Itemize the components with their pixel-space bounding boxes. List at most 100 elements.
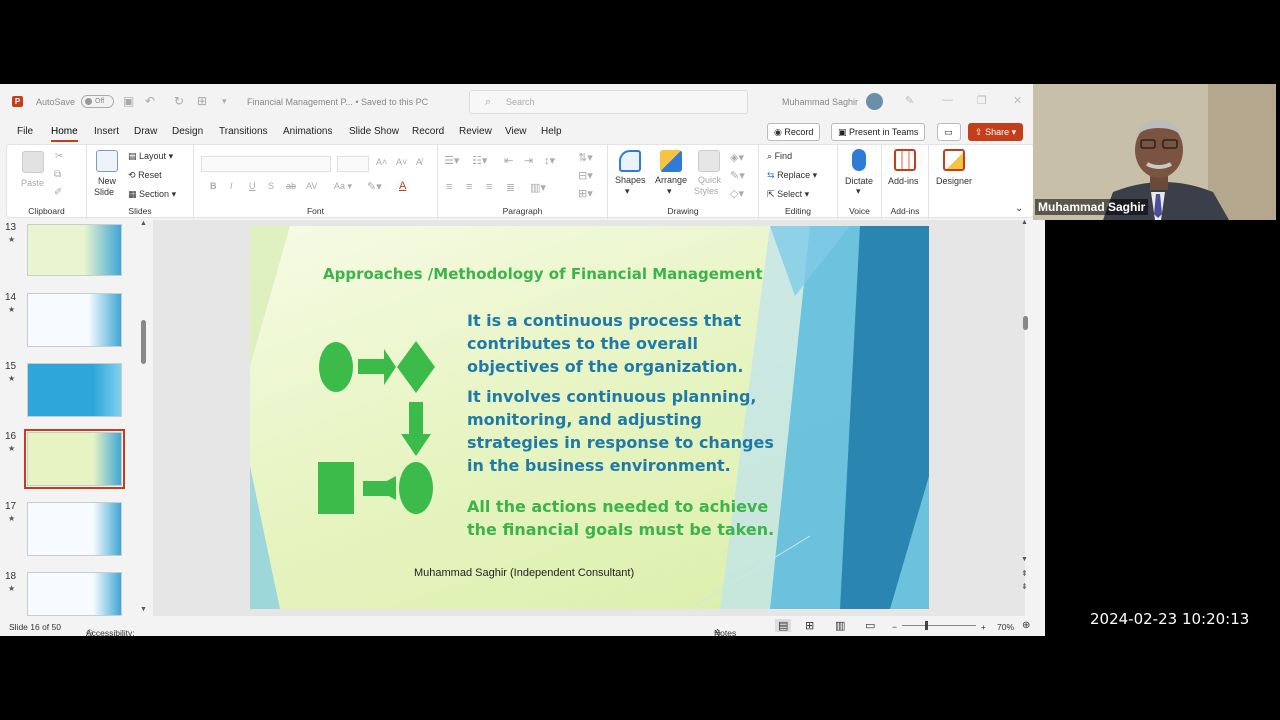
strikethrough-icon[interactable]: ab	[286, 181, 296, 191]
next-slide-icon[interactable]: ⇟	[1021, 582, 1028, 591]
undo-icon[interactable]: ↶	[145, 94, 155, 108]
slide-thumbnail-selected[interactable]	[24, 429, 125, 489]
change-case-icon[interactable]: Aa ▾	[334, 181, 352, 192]
align-right-icon[interactable]: ≡	[486, 181, 492, 193]
replace-button[interactable]: ⇆ Replace ▾	[767, 170, 817, 181]
zoom-level[interactable]: 70%	[997, 622, 1014, 632]
save-icon[interactable]: ▣	[123, 94, 134, 108]
shapes-button[interactable]: Shapes	[615, 175, 646, 185]
shape-fill-icon[interactable]: ◈▾	[730, 151, 744, 164]
slide-credit[interactable]: Muhammad Saghir (Independent Consultant)	[414, 567, 634, 579]
clear-format-icon[interactable]: A̸	[416, 157, 422, 167]
smartart-icon[interactable]: ⊞▾	[578, 187, 593, 200]
align-left-icon[interactable]: ≡	[446, 181, 452, 193]
increase-indent-icon[interactable]: ⇥	[524, 154, 533, 167]
select-button[interactable]: ⇱ Select ▾	[767, 189, 809, 200]
slide-paragraph-2[interactable]: It involves continuous planning, monitori…	[467, 385, 774, 477]
shapes-dropdown-icon[interactable]: ▾	[625, 186, 630, 197]
dictate-dropdown-icon[interactable]: ▾	[856, 186, 861, 197]
tab-design[interactable]: Design	[172, 126, 203, 137]
present-icon[interactable]: ⊞	[197, 94, 207, 108]
quick-styles-label-2[interactable]: Styles	[694, 186, 719, 196]
thumbnails-scrollbar[interactable]: ▲ ▼	[139, 220, 149, 616]
share-button[interactable]: ⇪ Share ▾	[968, 123, 1024, 141]
dictate-button[interactable]: Dictate	[845, 176, 873, 186]
scroll-down-icon[interactable]: ▼	[140, 606, 147, 613]
slide-thumbnail[interactable]	[27, 293, 122, 347]
new-slide-icon[interactable]	[96, 150, 118, 172]
slide-thumbnail[interactable]	[27, 502, 122, 556]
current-slide[interactable]: Approaches /Methodology of Financial Man…	[250, 226, 929, 609]
slide-scroll-up-icon[interactable]: ▲	[1021, 219, 1028, 226]
font-name-select[interactable]	[201, 156, 331, 172]
microphone-icon[interactable]	[852, 149, 866, 171]
slide-sorter-icon[interactable]: ⊞	[805, 619, 814, 632]
underline-icon[interactable]: U	[249, 181, 256, 191]
tab-home[interactable]: Home	[51, 126, 78, 142]
slide-thumbnail[interactable]	[27, 572, 122, 616]
comments-icon[interactable]: ▭	[937, 123, 961, 141]
collapse-ribbon-icon[interactable]: ⌄	[1015, 203, 1023, 214]
section-button[interactable]: ▦ Section ▾	[128, 189, 176, 200]
paste-icon[interactable]	[22, 151, 44, 173]
arrange-dropdown-icon[interactable]: ▾	[667, 186, 672, 197]
user-avatar[interactable]	[866, 93, 883, 110]
previous-slide-icon[interactable]: ⇞	[1021, 569, 1028, 578]
reading-view-icon[interactable]: ▥	[835, 619, 845, 632]
zoom-slider-thumb[interactable]	[925, 621, 928, 630]
tab-draw[interactable]: Draw	[134, 126, 157, 137]
designer-icon[interactable]	[943, 149, 965, 171]
tab-record[interactable]: Record	[412, 126, 444, 137]
shadow-icon[interactable]: S	[268, 181, 274, 191]
char-spacing-icon[interactable]: AV	[306, 181, 317, 191]
normal-view-icon[interactable]: ▤	[775, 619, 792, 632]
slideshow-icon[interactable]: ▭	[865, 619, 875, 632]
reset-button[interactable]: ⟲ Reset	[128, 170, 162, 181]
decrease-indent-icon[interactable]: ⇤	[504, 154, 513, 167]
tab-animations[interactable]: Animations	[283, 126, 332, 137]
zoom-in-icon[interactable]: +	[981, 622, 986, 632]
font-color-icon[interactable]: A	[399, 180, 406, 192]
highlight-icon[interactable]: ✎▾	[367, 180, 382, 193]
layout-button[interactable]: ▤ Layout ▾	[128, 151, 173, 162]
zoom-slider[interactable]	[902, 625, 976, 626]
tab-slide-show[interactable]: Slide Show	[349, 126, 399, 137]
align-center-icon[interactable]: ≡	[466, 181, 472, 193]
user-name[interactable]: Muhammad Saghir	[782, 97, 858, 107]
quick-styles-icon[interactable]	[698, 150, 720, 172]
slide-thumbnail[interactable]	[27, 363, 122, 417]
format-painter-icon[interactable]: ✐	[54, 187, 62, 198]
slide-paragraph-3[interactable]: All the actions needed to achieve the fin…	[467, 495, 774, 541]
minimize-icon[interactable]: —	[942, 94, 953, 106]
new-slide-label-2[interactable]: Slide	[94, 187, 114, 197]
search-box[interactable]: ⌕ Search	[469, 90, 748, 114]
copy-icon[interactable]: ⧉	[54, 169, 61, 180]
shape-outline-icon[interactable]: ✎▾	[730, 169, 745, 182]
arrange-icon[interactable]	[660, 150, 682, 172]
tab-help[interactable]: Help	[541, 126, 562, 137]
addins-icon[interactable]	[894, 149, 916, 171]
present-in-teams-button[interactable]: ▣ Present in Teams	[831, 123, 926, 141]
close-icon[interactable]: ✕	[1013, 94, 1022, 107]
scroll-up-icon[interactable]: ▲	[140, 220, 147, 227]
numbering-icon[interactable]: ☷▾	[472, 154, 487, 167]
line-spacing-icon[interactable]: ↕▾	[544, 154, 555, 167]
addins-button[interactable]: Add-ins	[888, 176, 919, 186]
arrange-button[interactable]: Arrange	[655, 175, 687, 185]
tab-transitions[interactable]: Transitions	[219, 126, 268, 137]
pen-icon[interactable]: ✎	[905, 94, 914, 107]
italic-icon[interactable]: I	[230, 181, 233, 191]
fit-to-window-icon[interactable]: ⊕	[1022, 620, 1030, 631]
align-text-icon[interactable]: ⊟▾	[578, 169, 593, 182]
grow-font-icon[interactable]: A˄	[376, 157, 387, 167]
autosave-toggle[interactable]: Off	[81, 95, 114, 108]
slide-thumbnail[interactable]	[27, 224, 122, 276]
slide-paragraph-1[interactable]: It is a continuous process that contribut…	[467, 309, 743, 378]
tab-file[interactable]: File	[17, 126, 33, 137]
justify-icon[interactable]: ≣	[506, 181, 515, 194]
slide-scrollbar[interactable]: ▲ ▼ ⇞ ⇟	[1021, 219, 1037, 616]
shape-effects-icon[interactable]: ◇▾	[730, 187, 744, 200]
slide-title[interactable]: Approaches /Methodology of Financial Man…	[323, 265, 763, 283]
new-slide-label-1[interactable]: New	[98, 176, 116, 186]
redo-icon[interactable]: ↻	[174, 94, 184, 108]
